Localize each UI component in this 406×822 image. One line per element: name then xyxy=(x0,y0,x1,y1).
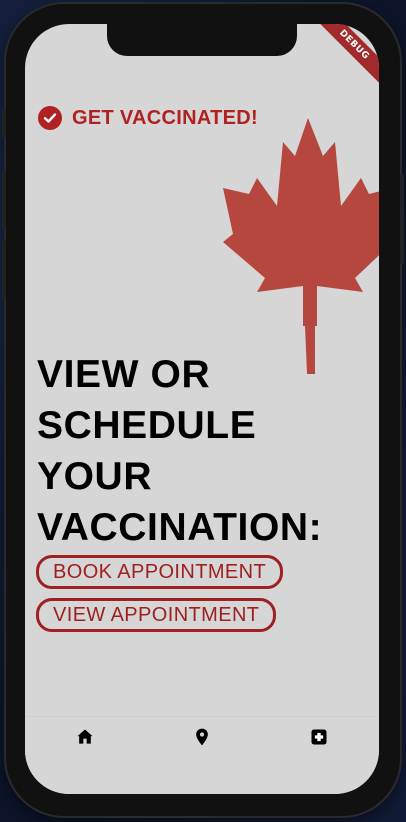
side-button-left-mid xyxy=(2,170,6,230)
camera-notch xyxy=(107,24,297,56)
nav-location[interactable] xyxy=(192,727,212,747)
nav-medical[interactable] xyxy=(309,727,329,747)
medical-cross-icon xyxy=(311,729,327,745)
view-appointment-button[interactable]: VIEW APPOINTMENT xyxy=(36,598,277,632)
nav-home[interactable] xyxy=(75,727,95,747)
book-appointment-button[interactable]: BOOK APPOINTMENT xyxy=(36,555,284,589)
app-screen: DEBUG GET VACCINATED! VIEW OR SCHEDULE Y… xyxy=(25,24,379,794)
home-icon xyxy=(77,729,93,744)
location-pin-icon xyxy=(196,728,208,746)
side-button-left-top xyxy=(2,108,6,138)
page-headline: VIEW OR SCHEDULE YOUR VACCINATION: xyxy=(37,353,323,549)
maple-leaf-icon xyxy=(223,118,379,374)
side-button-right xyxy=(400,174,404,264)
home-indicator xyxy=(135,781,269,786)
side-button-left-bottom xyxy=(2,240,6,300)
check-circle-icon xyxy=(38,106,62,130)
